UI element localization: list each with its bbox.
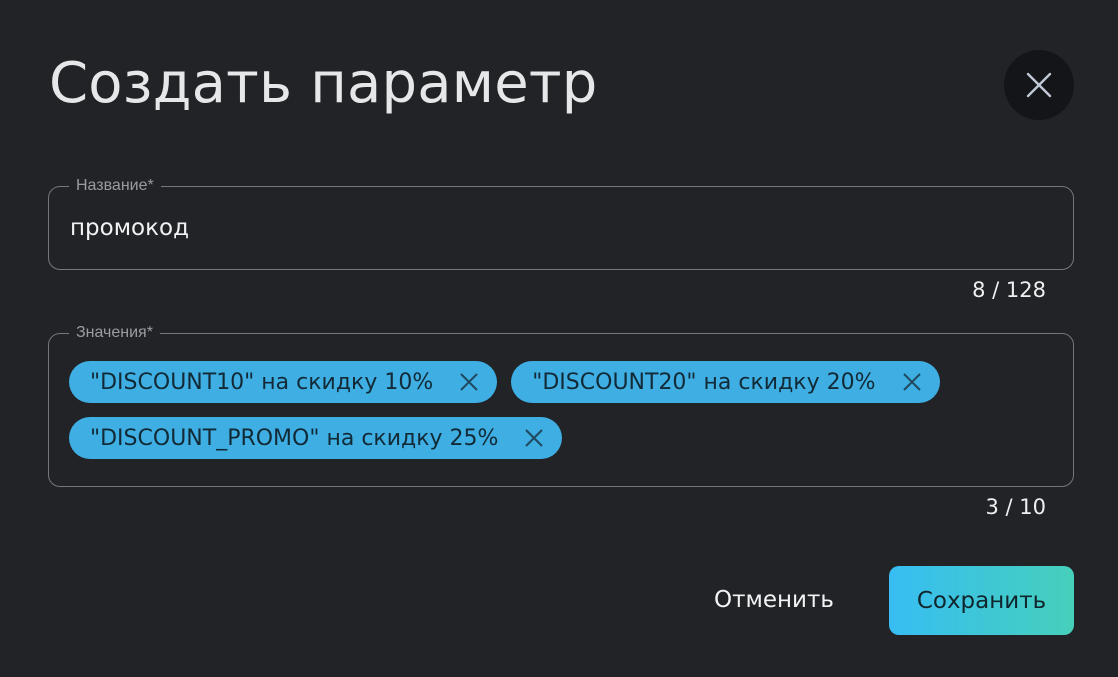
- value-chip-label: "DISCOUNT20" на скидку 20%: [532, 369, 876, 395]
- value-chip: "DISCOUNT10" на скидку 10%: [69, 361, 498, 403]
- value-chip: "DISCOUNT20" на скидку 20%: [511, 361, 940, 403]
- name-field-label: Название*: [69, 177, 161, 195]
- close-button[interactable]: [1004, 50, 1074, 120]
- cancel-button[interactable]: Отменить: [698, 566, 850, 634]
- chip-remove-icon[interactable]: [455, 368, 483, 396]
- dialog-title: Создать параметр: [49, 51, 598, 116]
- save-button[interactable]: Сохранить: [889, 566, 1074, 635]
- values-chip-list: "DISCOUNT10" на скидку 10% "DISCOUNT20" …: [69, 361, 1059, 459]
- create-parameter-dialog: Создать параметр Название* 8 / 128 Значе…: [0, 0, 1118, 677]
- values-field-label: Значения*: [69, 324, 160, 342]
- chip-remove-icon[interactable]: [520, 424, 548, 452]
- values-counter: 3 / 10: [985, 495, 1046, 519]
- name-char-counter: 8 / 128: [972, 278, 1046, 302]
- chip-remove-icon[interactable]: [898, 368, 926, 396]
- values-field[interactable]: Значения* "DISCOUNT10" на скидку 10% "DI…: [48, 324, 1074, 487]
- name-input[interactable]: [70, 211, 970, 245]
- close-icon: [1026, 72, 1052, 98]
- name-field: Название*: [48, 177, 1074, 270]
- value-chip: "DISCOUNT_PROMO" на скидку 25%: [69, 417, 563, 459]
- value-chip-label: "DISCOUNT10" на скидку 10%: [90, 369, 434, 395]
- value-chip-label: "DISCOUNT_PROMO" на скидку 25%: [90, 425, 499, 451]
